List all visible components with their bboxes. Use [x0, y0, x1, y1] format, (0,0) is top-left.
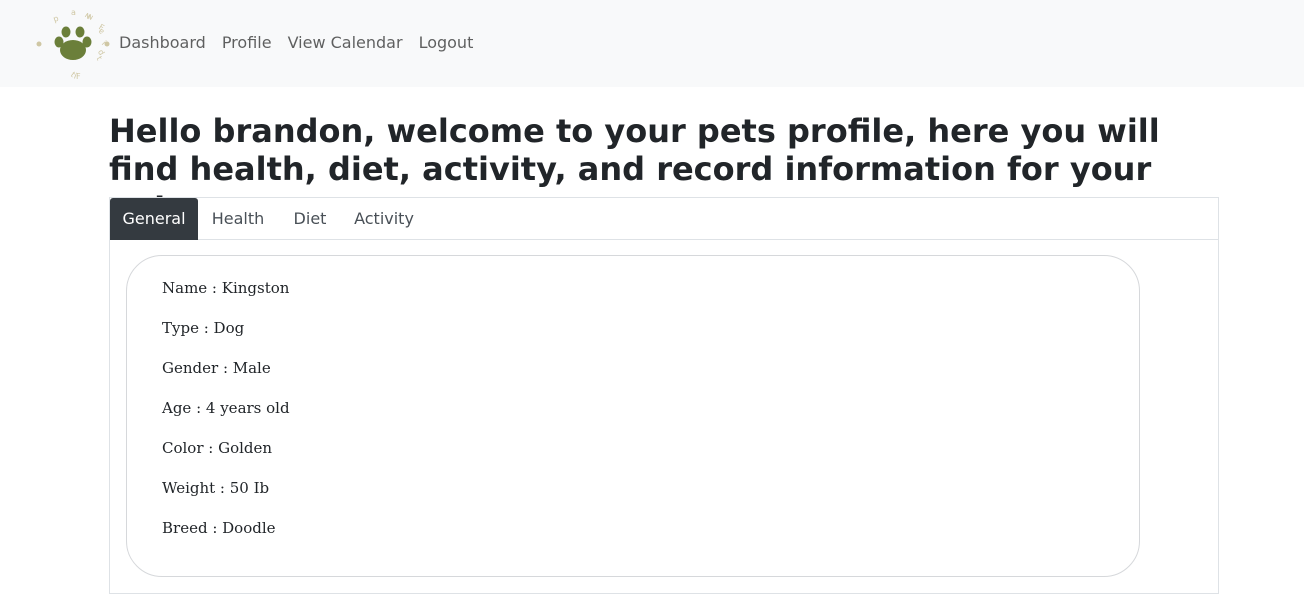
tab-general[interactable]: General [110, 198, 198, 240]
navbar: p a w F i t p a w F i t Dashboard Profil… [0, 0, 1304, 87]
pet-name: Name : Kingston [162, 279, 290, 297]
pawfit-logo[interactable]: p a w F i t p a w F i t [33, 4, 113, 84]
pet-type: Type : Dog [162, 319, 245, 337]
nav-links: Dashboard Profile View Calendar Logout [119, 33, 489, 53]
pet-tab-card: General Health Diet Activity Name : King… [109, 197, 1219, 594]
nav-dashboard-link[interactable]: Dashboard [119, 33, 206, 53]
pet-color: Color : Golden [162, 439, 273, 457]
nav-view-calendar-link[interactable]: View Calendar [288, 33, 403, 53]
tab-strip: General Health Diet Activity [110, 198, 1218, 240]
pet-gender: Gender : Male [162, 359, 271, 377]
tab-health[interactable]: Health [206, 198, 270, 240]
pet-info-box: Name : Kingston Type : Dog Gender : Male… [126, 255, 1140, 577]
svg-text:p: p [52, 14, 60, 24]
pet-age: Age : 4 years old [162, 399, 290, 417]
nav-profile-link[interactable]: Profile [222, 33, 272, 53]
nav-logout-link[interactable]: Logout [419, 33, 474, 53]
tab-diet[interactable]: Diet [286, 198, 334, 240]
pet-breed: Breed : Doodle [162, 519, 276, 537]
paw-icon: p a w F i t p a w F i t [36, 8, 110, 81]
pet-weight: Weight : 50 Ib [162, 479, 270, 497]
tab-activity[interactable]: Activity [348, 198, 420, 240]
svg-text:a: a [71, 8, 76, 17]
svg-text:p: p [95, 48, 105, 57]
